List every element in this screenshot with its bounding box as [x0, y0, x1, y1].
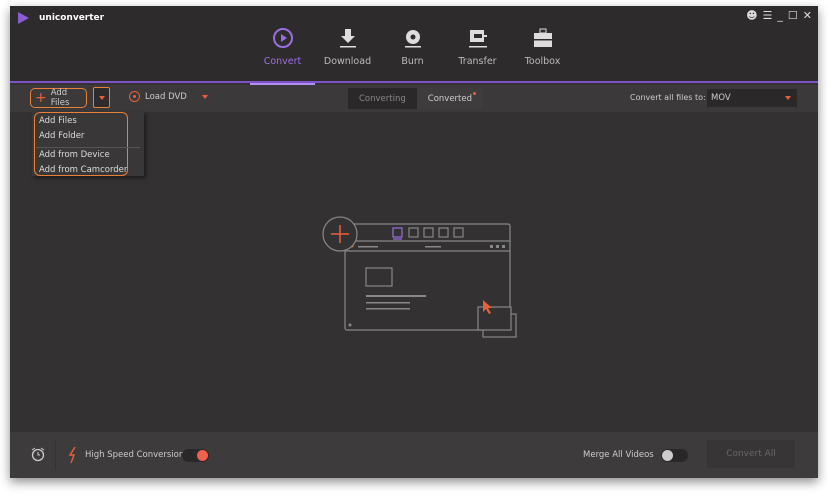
- convert-all-button[interactable]: Convert All: [707, 440, 795, 468]
- convert-all-label: Convert all files to:: [630, 93, 706, 102]
- alarm-clock-icon[interactable]: [30, 446, 46, 462]
- high-speed-label: High Speed Conversion: [85, 450, 185, 460]
- minimize-button[interactable]: _: [777, 9, 783, 22]
- toolbox-icon: [533, 26, 553, 50]
- menu-icon[interactable]: ☰: [763, 9, 773, 22]
- chevron-down-icon: [785, 96, 791, 100]
- converted-label: Converted: [427, 93, 473, 104]
- plus-icon: +: [35, 90, 47, 106]
- tab-download[interactable]: Download: [315, 6, 380, 83]
- app-window: uniconverter ☻ ☰ _ ☐ ✕ Convert Download …: [10, 6, 818, 478]
- tab-converting[interactable]: Converting: [348, 88, 417, 109]
- notification-dot: [473, 92, 477, 95]
- merge-toggle[interactable]: [661, 449, 688, 462]
- format-value: MOV: [711, 93, 731, 103]
- disc-icon: [404, 26, 422, 50]
- footer: High Speed Conversion Merge All Videos C…: [10, 432, 818, 478]
- add-files-button[interactable]: + Add Files: [30, 88, 87, 108]
- tab-label: Transfer: [458, 56, 497, 67]
- menu-divider: [36, 147, 140, 148]
- tab-converted[interactable]: Converted: [416, 88, 484, 109]
- tab-transfer[interactable]: Transfer: [445, 6, 510, 83]
- drop-files-illustration[interactable]: [310, 211, 530, 345]
- lightning-icon: [68, 447, 76, 463]
- add-files-label: Add Files: [50, 88, 70, 108]
- menu-item-add-from-device[interactable]: Add from Device: [39, 150, 110, 160]
- divider: [55, 440, 56, 470]
- convert-icon: [272, 26, 294, 50]
- add-files-menu: Add Files Add Folder Add from Device Add…: [32, 112, 144, 176]
- menu-item-add-files[interactable]: Add Files: [39, 116, 77, 126]
- tab-label: Convert: [263, 56, 302, 67]
- tab-label: Burn: [401, 56, 424, 67]
- header: uniconverter ☻ ☰ _ ☐ ✕ Convert Download …: [10, 6, 818, 85]
- app-logo: uniconverter: [18, 12, 104, 24]
- format-select[interactable]: MOV: [707, 89, 797, 107]
- tab-label: Download: [323, 56, 372, 67]
- menu-item-add-folder[interactable]: Add Folder: [39, 131, 84, 141]
- maximize-button[interactable]: ☐: [788, 9, 798, 22]
- tab-convert[interactable]: Convert: [250, 6, 315, 85]
- toolbar: + Add Files Load DVD Converting Converted…: [10, 85, 818, 112]
- download-icon: [339, 26, 357, 50]
- tab-burn[interactable]: Burn: [380, 6, 445, 83]
- toggle-knob: [197, 450, 208, 461]
- load-dvd-button[interactable]: Load DVD: [129, 91, 208, 102]
- toggle-knob: [662, 450, 673, 461]
- logo-icon: [18, 12, 29, 24]
- dvd-icon: [129, 91, 140, 102]
- add-files-dropdown[interactable]: [93, 87, 110, 108]
- merge-label: Merge All Videos: [583, 450, 654, 460]
- menu-item-add-from-camcorder[interactable]: Add from Camcorder: [39, 165, 127, 175]
- tab-toolbox[interactable]: Toolbox: [510, 6, 575, 83]
- tab-label: Toolbox: [524, 56, 561, 67]
- load-dvd-label: Load DVD: [145, 91, 187, 102]
- close-button[interactable]: ✕: [803, 9, 812, 22]
- chevron-down-icon[interactable]: [201, 94, 208, 99]
- chevron-down-icon: [98, 95, 105, 100]
- account-icon[interactable]: ☻: [746, 9, 757, 22]
- transfer-icon: [468, 26, 488, 50]
- high-speed-toggle[interactable]: [182, 449, 209, 462]
- app-title: uniconverter: [39, 13, 105, 23]
